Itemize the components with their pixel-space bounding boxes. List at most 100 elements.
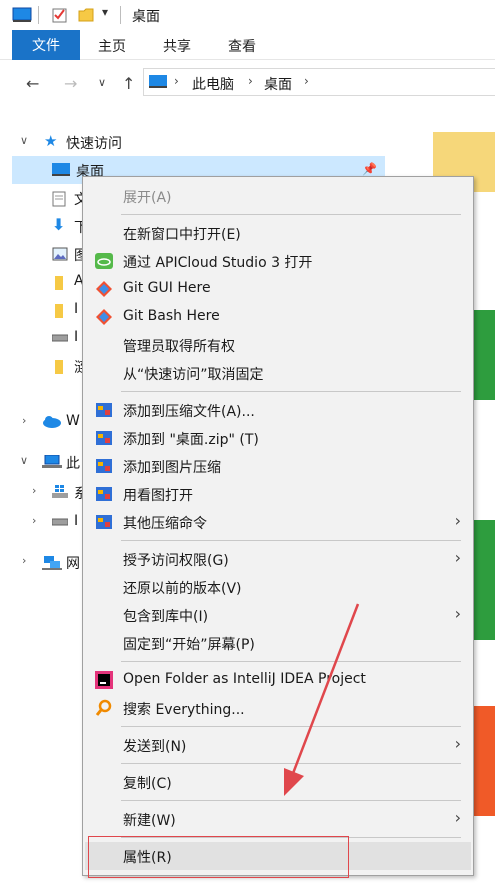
- submenu-chevron-icon: ›: [454, 808, 461, 827]
- windows-drive-icon: [52, 485, 68, 498]
- breadcrumb-chevron-icon[interactable]: ›: [174, 74, 179, 88]
- menu-item-add-to-archive[interactable]: 添加到压缩文件(A)...: [85, 396, 471, 424]
- menu-separator: [121, 391, 461, 392]
- title-separator: [38, 6, 39, 24]
- menu-item-label: 其他压缩命令: [123, 516, 207, 532]
- menu-item-label: 搜索 Everything...: [123, 702, 245, 718]
- intellij-icon: [95, 671, 113, 689]
- menu-item-restore-versions[interactable]: 还原以前的版本(V): [85, 573, 471, 601]
- tree-item-label: I: [74, 301, 79, 317]
- archive-icon: [96, 403, 112, 417]
- collapse-chevron-icon[interactable]: ›: [22, 554, 26, 567]
- menu-item-label: 展开(A): [123, 190, 172, 206]
- apicloud-icon: [95, 253, 113, 269]
- annotation-highlight-box: [88, 836, 349, 878]
- tree-item-quick-access[interactable]: ∨ ★ 快速访问: [0, 128, 385, 156]
- breadcrumb-chevron-icon[interactable]: ›: [248, 74, 253, 88]
- menu-item-label: 发送到(N): [123, 739, 187, 755]
- expand-chevron-icon[interactable]: ∨: [20, 134, 28, 147]
- forward-arrow-icon[interactable]: →: [64, 74, 77, 93]
- folder-icon: [55, 276, 63, 290]
- git-icon: [96, 309, 112, 325]
- menu-item-new[interactable]: 新建(W) ›: [85, 805, 471, 833]
- collapse-chevron-icon[interactable]: ›: [32, 484, 36, 497]
- menu-item-add-to-zip[interactable]: 添加到 "桌面.zip" (T): [85, 424, 471, 452]
- search-icon: [95, 699, 112, 716]
- network-icon: [42, 556, 62, 570]
- menu-item-label: Git GUI Here: [123, 280, 211, 296]
- menu-item-other-compress[interactable]: 其他压缩命令 ›: [85, 508, 471, 536]
- menu-item-label: 通过 APICloud Studio 3 打开: [123, 255, 313, 271]
- qat-dropdown-icon[interactable]: ▾: [102, 5, 108, 19]
- archive-icon: [96, 487, 112, 501]
- tree-item-label: I: [74, 513, 79, 529]
- navigation-bar: ← → ∨ ↑ › 此电脑 › 桌面 ›: [0, 62, 495, 104]
- star-icon: ★: [44, 132, 58, 150]
- collapse-chevron-icon[interactable]: ›: [32, 514, 36, 527]
- tree-item-label: 此: [66, 456, 80, 472]
- recent-locations-icon[interactable]: ∨: [98, 76, 106, 89]
- drive-icon: [52, 334, 68, 342]
- menu-item-label: 授予访问权限(G): [123, 553, 229, 569]
- menu-item-label: 固定到“开始”屏幕(P): [123, 637, 255, 653]
- monitor-icon[interactable]: [12, 7, 32, 23]
- menu-item-label: 用看图打开: [123, 488, 193, 504]
- tab-home[interactable]: 主页: [98, 36, 126, 56]
- menu-item-open-apicloud[interactable]: 通过 APICloud Studio 3 打开: [85, 247, 471, 275]
- breadcrumb-desktop[interactable]: 桌面: [264, 74, 292, 94]
- folder-icon[interactable]: [78, 7, 94, 23]
- tree-item-label: W: [66, 413, 80, 429]
- menu-item-unpin-quick-access[interactable]: 从“快速访问”取消固定: [85, 359, 471, 387]
- menu-item-label: 在新窗口中打开(E): [123, 227, 241, 243]
- menu-item-label: 新建(W): [123, 813, 176, 829]
- title-separator: [120, 6, 121, 24]
- download-arrow-icon: ⬇: [52, 215, 66, 234]
- menu-item-open-new-window[interactable]: 在新窗口中打开(E): [85, 219, 471, 247]
- collapse-chevron-icon[interactable]: ›: [22, 414, 26, 427]
- menu-separator: [121, 800, 461, 801]
- this-pc-icon: [149, 75, 167, 88]
- menu-item-label: Git Bash Here: [123, 308, 220, 324]
- menu-item-grant-access[interactable]: 授予访问权限(G) ›: [85, 545, 471, 573]
- archive-icon: [96, 515, 112, 529]
- up-arrow-icon[interactable]: ↑: [122, 74, 135, 93]
- menu-item-image-compress[interactable]: 添加到图片压缩: [85, 452, 471, 480]
- menu-item-open-with-viewer[interactable]: 用看图打开: [85, 480, 471, 508]
- menu-item-label: 复制(C): [123, 776, 172, 792]
- tree-item-label: 网: [66, 556, 80, 572]
- archive-icon: [96, 459, 112, 473]
- title-bar: ▾ 桌面: [0, 0, 495, 30]
- tab-file[interactable]: 文件: [12, 30, 80, 60]
- tab-share[interactable]: 共享: [163, 36, 191, 56]
- computer-icon: [42, 455, 62, 468]
- menu-item-label: 从“快速访问”取消固定: [123, 367, 264, 383]
- back-arrow-icon[interactable]: ←: [26, 74, 39, 93]
- submenu-chevron-icon: ›: [454, 604, 461, 623]
- menu-separator: [121, 540, 461, 541]
- menu-item-label: 管理员取得所有权: [123, 339, 235, 355]
- drive-icon: [52, 518, 68, 526]
- pin-icon[interactable]: 📌: [362, 162, 377, 176]
- menu-item-expand[interactable]: 展开(A): [85, 182, 471, 210]
- menu-item-take-ownership[interactable]: 管理员取得所有权: [85, 331, 471, 359]
- picture-icon: [52, 247, 68, 261]
- menu-item-label: 添加到图片压缩: [123, 460, 221, 476]
- archive-icon: [96, 431, 112, 445]
- folder-icon: [55, 304, 63, 318]
- tab-view[interactable]: 查看: [228, 36, 256, 56]
- address-bar[interactable]: › 此电脑 › 桌面 ›: [143, 68, 495, 96]
- expand-chevron-icon[interactable]: ∨: [20, 454, 28, 467]
- folder-icon: [55, 360, 63, 374]
- properties-check-icon[interactable]: [52, 7, 68, 23]
- menu-item-label: 还原以前的版本(V): [123, 581, 242, 597]
- breadcrumb-this-pc[interactable]: 此电脑: [192, 74, 234, 94]
- breadcrumb-chevron-icon[interactable]: ›: [304, 74, 309, 88]
- submenu-chevron-icon: ›: [454, 511, 461, 530]
- document-icon: [52, 191, 66, 207]
- menu-item-git-bash[interactable]: Git Bash Here: [85, 303, 471, 331]
- submenu-chevron-icon: ›: [454, 548, 461, 567]
- git-icon: [96, 281, 112, 297]
- window-title: 桌面: [132, 9, 160, 25]
- menu-item-git-gui[interactable]: Git GUI Here: [85, 275, 471, 303]
- menu-item-label: 添加到 "桌面.zip" (T): [123, 432, 259, 448]
